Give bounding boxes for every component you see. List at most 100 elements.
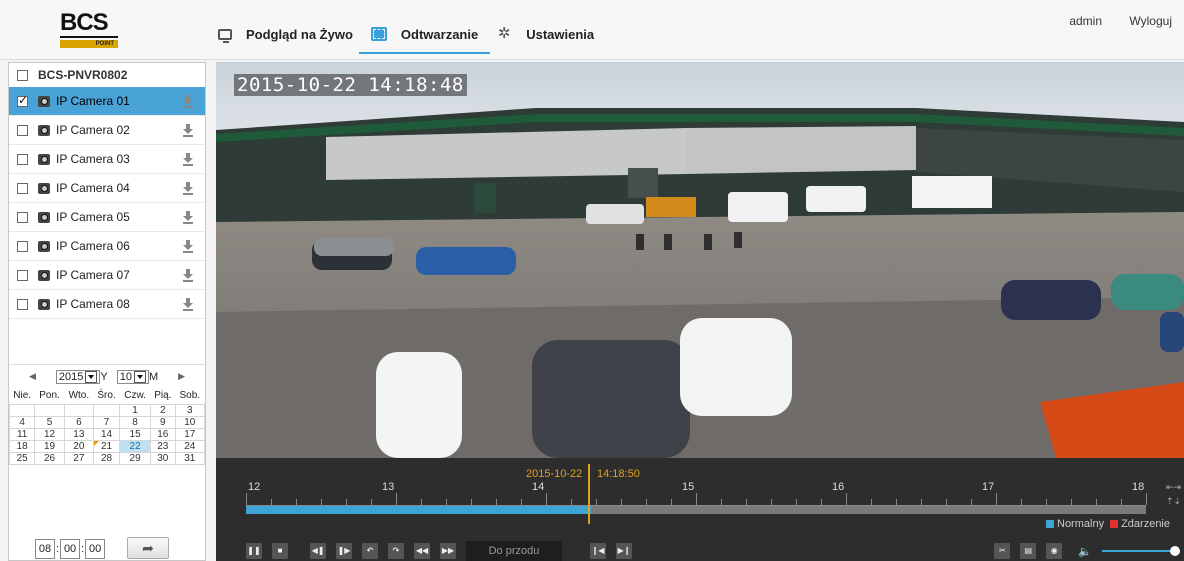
- camera-row[interactable]: IP Camera 06: [9, 232, 205, 261]
- second-field[interactable]: 00: [85, 539, 106, 559]
- timeline-hour-label: 14: [532, 481, 545, 493]
- camera-row[interactable]: IP Camera 04: [9, 174, 205, 203]
- device-row[interactable]: BCS-PNVR0802: [9, 63, 205, 87]
- calendar-day[interactable]: 15: [119, 427, 152, 441]
- device-checkbox[interactable]: [17, 69, 28, 81]
- calendar-day[interactable]: 20: [63, 439, 95, 453]
- calendar-day[interactable]: 3: [174, 403, 206, 417]
- calendar-day[interactable]: 6: [63, 415, 95, 429]
- calendar-day[interactable]: 26: [34, 451, 65, 465]
- calendar-day[interactable]: 1: [119, 403, 152, 417]
- volume-knob[interactable]: [1170, 546, 1180, 556]
- tab-playback[interactable]: Odtwarzanie: [358, 22, 491, 54]
- step-forward-button[interactable]: ❚▶: [336, 543, 352, 559]
- calendar-day[interactable]: 12: [34, 427, 65, 441]
- hour-field[interactable]: 08: [35, 539, 55, 559]
- playhead-marker[interactable]: [588, 464, 590, 524]
- skip-forward-30s-button[interactable]: ↷: [388, 543, 404, 559]
- calendar-day[interactable]: 19: [34, 439, 65, 453]
- calendar-day[interactable]: 4: [8, 415, 36, 429]
- video-view[interactable]: 2015-10-22 14:18:48: [216, 62, 1184, 458]
- calendar-day[interactable]: 30: [150, 451, 176, 465]
- camera-checkbox[interactable]: [17, 93, 28, 107]
- camera-row[interactable]: IP Camera 08: [9, 290, 205, 319]
- timeline-tick: [1146, 493, 1147, 505]
- camera-checkbox[interactable]: [17, 124, 28, 136]
- calendar-day[interactable]: 9: [150, 415, 176, 429]
- camera-row[interactable]: IP Camera 05: [9, 203, 205, 232]
- camera-checkbox[interactable]: [17, 182, 28, 194]
- timeline-current-date: 2015-10-22: [526, 468, 583, 480]
- calendar-day[interactable]: 8: [119, 415, 152, 429]
- timeline-hour-label: 15: [682, 481, 695, 493]
- step-back-button[interactable]: ◀❚: [310, 543, 326, 559]
- speaker-icon[interactable]: 🔈: [1078, 545, 1092, 558]
- timeline-hour-label: 16: [832, 481, 845, 493]
- snapshot-button[interactable]: ◉: [1046, 543, 1063, 559]
- calendar-day[interactable]: 23: [150, 439, 176, 453]
- calendar-day[interactable]: 22: [119, 439, 152, 453]
- calendar-day[interactable]: 21: [92, 439, 121, 453]
- camera-checkbox[interactable]: [17, 298, 28, 310]
- year-select[interactable]: 2015 Y: [55, 369, 108, 384]
- rewind-button[interactable]: ◀◀: [414, 543, 430, 559]
- timeline-ruler[interactable]: [246, 493, 1147, 506]
- stop-button[interactable]: ■: [272, 543, 288, 559]
- calendar-header: ◀ 2015 Y 10 M ▶: [9, 364, 205, 388]
- timeline-hour-label: 18: [1132, 481, 1145, 493]
- month-select[interactable]: 10 M: [116, 369, 158, 384]
- skip-back-30s-button[interactable]: ↶: [362, 543, 378, 559]
- tab-settings[interactable]: ✲ Ustawienia: [496, 22, 594, 46]
- calendar-day[interactable]: 17: [174, 427, 206, 441]
- camera-row[interactable]: IP Camera 03: [9, 145, 205, 174]
- calendar-day[interactable]: 16: [150, 427, 176, 441]
- volume-slider[interactable]: [1102, 546, 1180, 556]
- calendar-day[interactable]: 5: [34, 415, 65, 429]
- minute-field[interactable]: 00: [60, 539, 81, 559]
- logout-link[interactable]: Wyloguj: [1129, 14, 1172, 28]
- calendar-day[interactable]: 13: [63, 427, 95, 441]
- next-file-button[interactable]: ▶❙: [616, 543, 632, 559]
- playback-direction-label: Do przodu: [466, 541, 562, 561]
- save-button[interactable]: ▤: [1020, 543, 1037, 559]
- camera-label: IP Camera 05: [56, 210, 130, 224]
- timeline-tick: [471, 499, 472, 505]
- calendar-day[interactable]: 24: [174, 439, 206, 453]
- camera-icon: [38, 298, 50, 310]
- previous-file-button[interactable]: ❙◀: [590, 543, 606, 559]
- go-to-time-button[interactable]: ➦: [127, 537, 169, 559]
- calendar-day[interactable]: 28: [92, 451, 121, 465]
- camera-checkbox[interactable]: [17, 240, 28, 252]
- calendar-day[interactable]: 14: [92, 427, 121, 441]
- pause-button[interactable]: ❚❚: [246, 543, 262, 559]
- camera-checkbox[interactable]: [17, 153, 28, 165]
- camera-row[interactable]: IP Camera 02: [9, 116, 205, 145]
- camera-icon: [38, 153, 50, 165]
- timeline-tick: [896, 499, 897, 505]
- calendar-day[interactable]: 7: [92, 415, 121, 429]
- calendar-day[interactable]: 11: [8, 427, 36, 441]
- camera-row[interactable]: IP Camera 07: [9, 261, 205, 290]
- timeline-zoom-controls[interactable]: ⇤⇥ ⇡⇣: [1166, 480, 1181, 508]
- left-panel: BCS-PNVR0802 IP Camera 01IP Camera 02IP …: [8, 62, 206, 561]
- prev-month-arrow[interactable]: ◀: [29, 371, 36, 382]
- next-month-arrow[interactable]: ▶: [178, 371, 185, 382]
- fast-forward-button[interactable]: ▶▶: [440, 543, 456, 559]
- tab-live-view[interactable]: Podgląd na Żywo: [218, 22, 353, 46]
- film-icon: [370, 27, 387, 41]
- camera-checkbox[interactable]: [17, 211, 28, 223]
- clip-scissors-button[interactable]: ✂: [994, 543, 1011, 559]
- calendar-day[interactable]: 31: [174, 451, 206, 465]
- calendar-day[interactable]: 25: [8, 451, 36, 465]
- timeline-tick: [921, 499, 922, 505]
- timeline-track[interactable]: [246, 506, 1146, 514]
- camera-checkbox[interactable]: [17, 269, 28, 281]
- calendar-day[interactable]: 2: [150, 403, 176, 417]
- calendar-day[interactable]: 10: [174, 415, 206, 429]
- camera-row[interactable]: IP Camera 01: [9, 87, 205, 116]
- timeline-tick: [1021, 499, 1022, 505]
- calendar-day[interactable]: 18: [8, 439, 36, 453]
- timeline-tick: [871, 499, 872, 505]
- calendar-day[interactable]: 29: [119, 451, 152, 465]
- calendar-day[interactable]: 27: [63, 451, 95, 465]
